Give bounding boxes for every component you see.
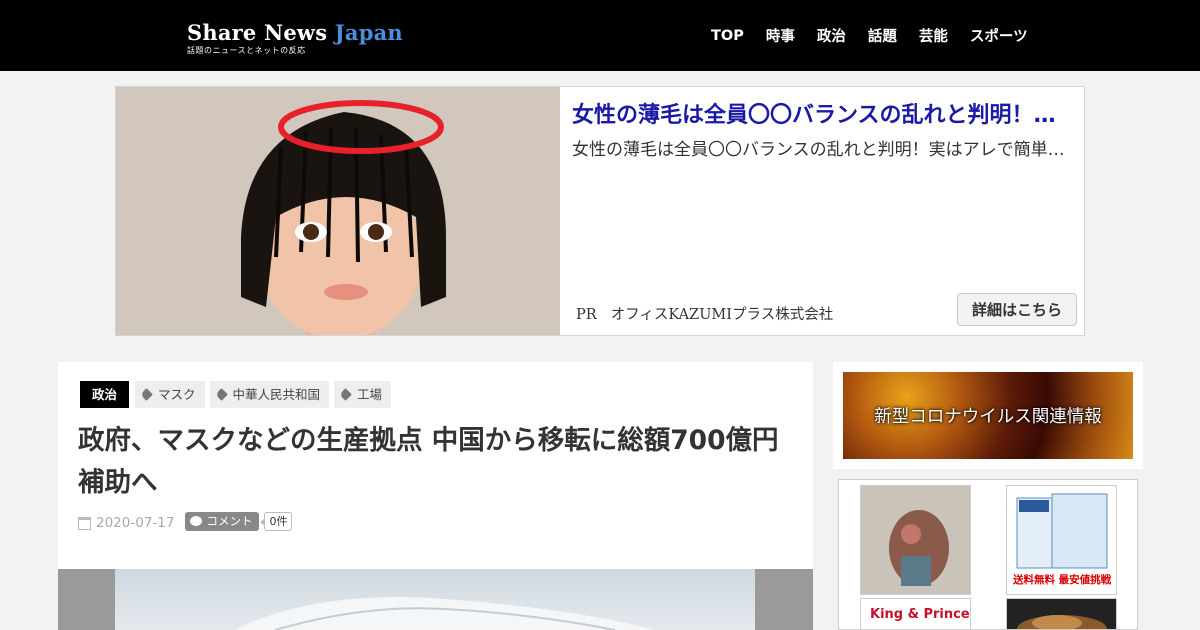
article-tags: 政治 マスク 中華人民共和国 工場 [80, 381, 396, 408]
mask-photo [115, 569, 755, 630]
tag-item[interactable]: 工場 [334, 381, 392, 408]
main-nav: TOP 時事 政治 話題 芸能 スポーツ [700, 0, 1039, 71]
tag-item[interactable]: 中華人民共和国 [209, 381, 330, 408]
nav-current-affairs[interactable]: 時事 [766, 25, 795, 46]
tag-item[interactable]: マスク [135, 381, 205, 408]
food-photo [1007, 599, 1116, 629]
logo-tagline: 話題のニュースとネットの反応 [187, 46, 306, 55]
mannequin-illustration [116, 87, 560, 335]
ad-image[interactable] [116, 87, 560, 335]
comment-button[interactable]: コメント [185, 511, 260, 531]
ad-title[interactable]: 女性の薄毛は全員〇〇バランスの乱れと判明！実はアレで簡単に… [572, 97, 1077, 129]
sidebar-products: 送料無料 最安値挑戦 King & Prince [838, 479, 1138, 630]
tag-label: 工場 [357, 387, 383, 402]
tag-icon [214, 388, 228, 401]
product-album-cover[interactable] [860, 485, 971, 595]
product-food-photo[interactable] [1006, 598, 1117, 629]
article-featured-image [58, 569, 813, 630]
post-date: 2020-07-17 [96, 515, 175, 531]
article-meta: 2020-07-17 コメント 0件 [78, 511, 293, 531]
nav-top[interactable]: TOP [711, 28, 744, 44]
comment-bubble-icon [190, 516, 203, 526]
album-art [861, 486, 970, 594]
ad-banner[interactable]: 女性の薄毛は全員〇〇バランスの乱れと判明！実はアレで簡単に… 女性の薄毛は全員〇… [115, 86, 1085, 336]
nav-topics[interactable]: 話題 [868, 25, 897, 46]
ad-sponsor: オフィスKAZUMIプラス株式会社 [610, 307, 834, 323]
logo-title: Share News Japan [187, 20, 403, 45]
tag-icon [339, 388, 352, 401]
product-mask-box[interactable]: 送料無料 最安値挑戦 [1006, 485, 1117, 595]
mask-photo-svg [235, 597, 655, 630]
comment-label: コメント [206, 514, 253, 528]
product-label-shipping: 送料無料 最安値挑戦 [1013, 574, 1112, 586]
category-badge[interactable]: 政治 [80, 381, 130, 408]
comment-count: 0件 [260, 511, 293, 531]
ad-description[interactable]: 女性の薄毛は全員〇〇バランスの乱れと判明！実はアレで簡単に改善できる [572, 135, 1077, 160]
nav-politics[interactable]: 政治 [817, 25, 846, 46]
site-logo[interactable]: Share News Japan 話題のニュースとネットの反応 [187, 20, 403, 56]
covid-banner-text: 新型コロナウイルス関連情報 [874, 407, 1102, 427]
tag-icon [140, 388, 153, 401]
product-king-prince[interactable]: King & Prince [860, 598, 971, 629]
article-card: 政治 マスク 中華人民共和国 工場 政府、マスクなどの生産拠点 中国から移転に総… [58, 362, 813, 630]
nav-entertainment[interactable]: 芸能 [919, 25, 948, 46]
ad-pr-label: PR [576, 307, 597, 323]
ad-sponsor-line: PR オフィスKAZUMIプラス株式会社 [576, 303, 847, 324]
sidebar-banner-box: 新型コロナウイルス関連情報 [833, 362, 1143, 469]
tag-label: マスク [158, 387, 196, 402]
logo-accent: Japan [334, 20, 403, 45]
tag-label: 中華人民共和国 [232, 387, 321, 402]
ad-cta-button[interactable]: 詳細はこちら [957, 293, 1077, 326]
article-title: 政府、マスクなどの生産拠点 中国から移転に総額700億円補助へ [78, 425, 779, 498]
covid-info-banner[interactable]: 新型コロナウイルス関連情報 [843, 372, 1133, 459]
calendar-icon [78, 516, 91, 530]
site-header: Share News Japan 話題のニュースとネットの反応 TOP 時事 政… [0, 0, 1200, 71]
king-prince-label: King & Prince [870, 607, 970, 622]
nav-sports[interactable]: スポーツ [970, 25, 1028, 46]
